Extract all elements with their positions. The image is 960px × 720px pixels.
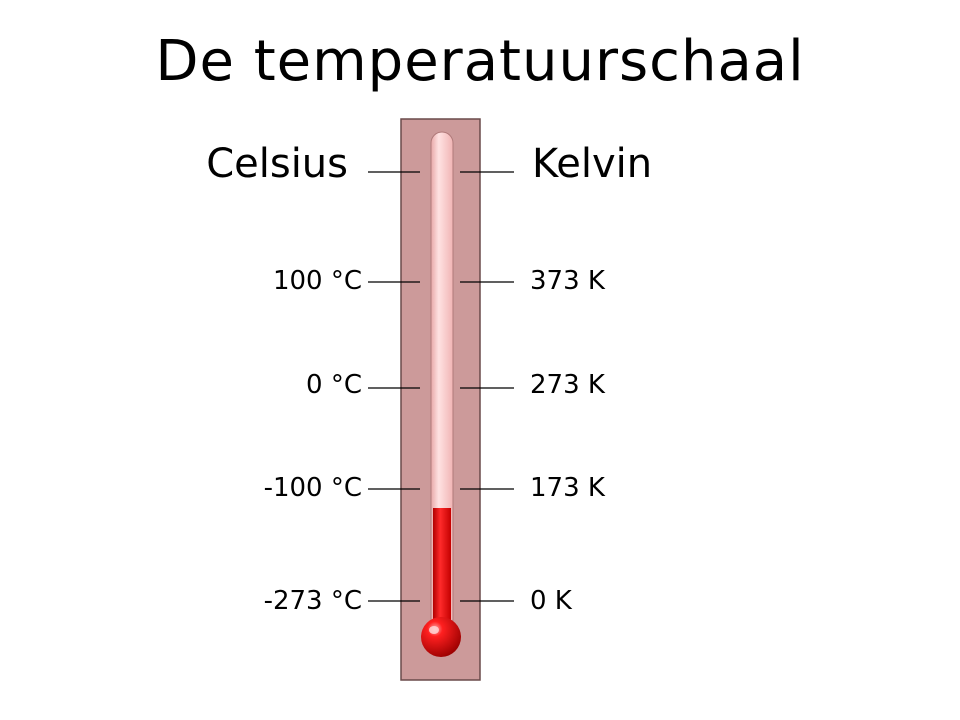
celsius-label-minus100: -100 °C [263,473,362,503]
celsius-label-minus273: -273 °C [263,586,362,616]
thermometer-bulb [421,617,461,657]
kelvin-label-273: 273 K [530,370,605,400]
bulb-highlight [429,626,439,634]
thermometer-diagram [368,118,514,681]
celsius-label-100: 100 °C [272,266,362,296]
mercury-column [433,508,451,628]
kelvin-heading: Kelvin [532,141,653,187]
celsius-label-0: 0 °C [306,370,362,400]
kelvin-label-373: 373 K [530,266,605,296]
kelvin-label-173: 173 K [530,473,605,503]
celsius-heading: Celsius [206,141,348,187]
kelvin-label-0: 0 K [530,586,572,616]
